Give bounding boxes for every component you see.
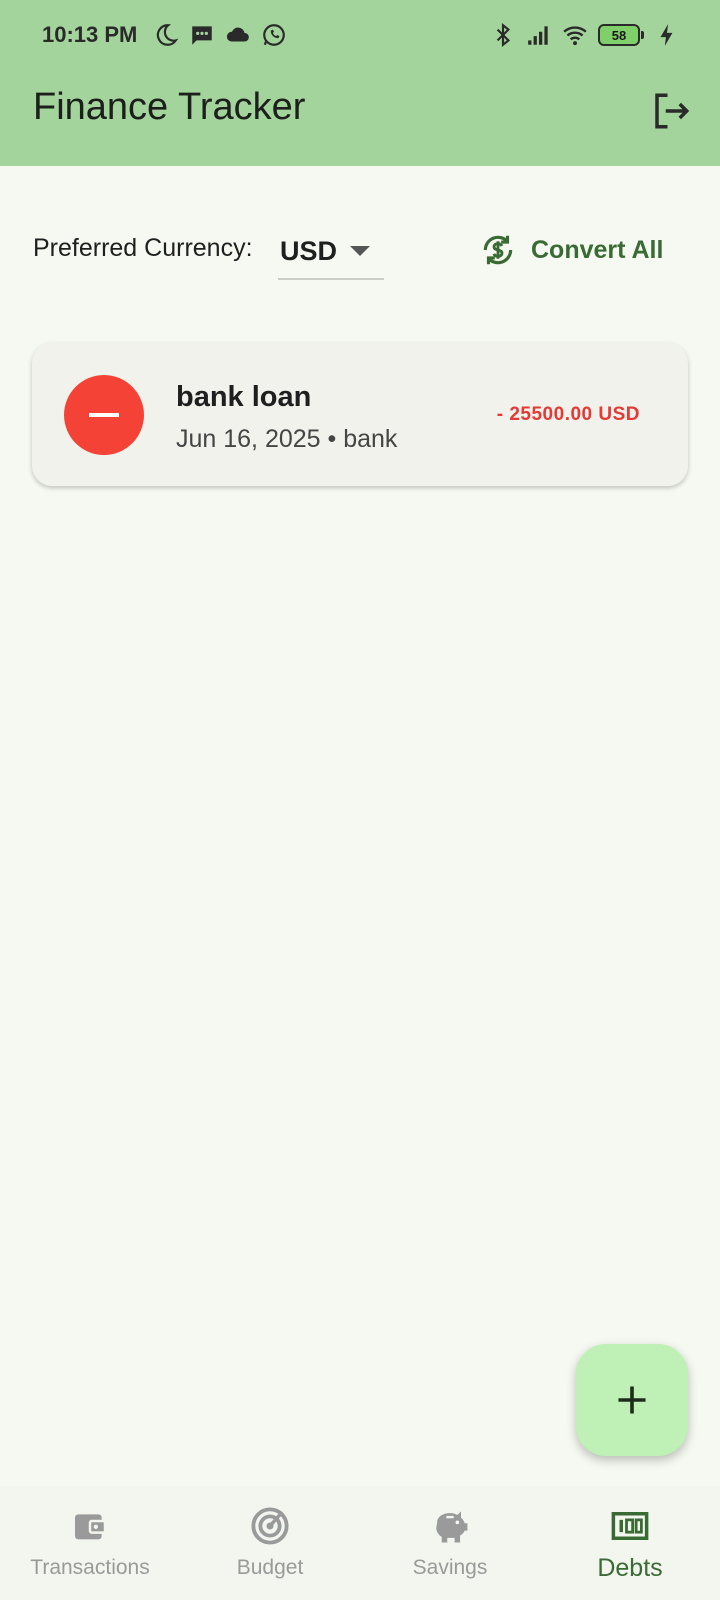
- wallet-icon: [68, 1504, 112, 1548]
- app-bar: 10:13 PM 58 Finance Tracker: [0, 0, 720, 166]
- nav-label-savings: Savings: [412, 1556, 488, 1579]
- nav-label-debts: Debts: [597, 1554, 663, 1582]
- status-time: 10:13 PM: [42, 22, 138, 47]
- plus-icon: [618, 1386, 646, 1414]
- logout-icon: [655, 93, 690, 129]
- nav-item-budget[interactable]: Budget: [180, 1486, 360, 1600]
- nav-label-transactions: Transactions: [30, 1556, 150, 1579]
- charging-icon: [660, 24, 673, 46]
- status-bar: 10:13 PM 58: [0, 0, 720, 70]
- bottom-navigation: Transactions Budget Savings Debts: [0, 1486, 720, 1600]
- chevron-down-icon: [350, 246, 370, 256]
- target-icon: [248, 1504, 292, 1548]
- currency-row: Preferred Currency: USD Convert All: [33, 224, 673, 284]
- convert-all-button[interactable]: Convert All: [471, 224, 671, 276]
- money-icon: [608, 1504, 652, 1548]
- nav-label-budget: Budget: [236, 1556, 304, 1579]
- nav-item-savings[interactable]: Savings: [360, 1486, 540, 1600]
- wifi-icon: [563, 26, 587, 46]
- add-debt-button[interactable]: [576, 1344, 688, 1456]
- currency-exchange-icon: [483, 235, 513, 265]
- currency-dropdown[interactable]: USD: [278, 224, 384, 280]
- minus-icon: [64, 375, 144, 455]
- currency-label: Preferred Currency:: [33, 234, 253, 262]
- piggy-bank-icon: [428, 1504, 472, 1548]
- cloud-icon: [227, 27, 250, 42]
- debt-subtitle: Jun 16, 2025 • bank: [176, 425, 398, 453]
- app-title: Finance Tracker: [33, 86, 306, 128]
- signal-icon: [528, 26, 548, 45]
- bluetooth-icon: [496, 22, 511, 48]
- moon-icon: [157, 24, 179, 46]
- logout-button[interactable]: [648, 88, 694, 134]
- debt-name: bank loan: [176, 381, 312, 413]
- debt-amount: - 25500.00 USD: [496, 404, 640, 425]
- nav-item-debts[interactable]: Debts: [540, 1486, 720, 1600]
- battery-icon: 58: [598, 24, 644, 46]
- convert-all-label: Convert All: [531, 235, 664, 264]
- debt-list-item[interactable]: bank loan Jun 16, 2025 • bank - 25500.00…: [32, 343, 688, 486]
- currency-value: USD: [280, 235, 338, 266]
- whatsapp-icon: [263, 24, 286, 46]
- message-icon: [192, 26, 213, 45]
- nav-item-transactions[interactable]: Transactions: [0, 1486, 180, 1600]
